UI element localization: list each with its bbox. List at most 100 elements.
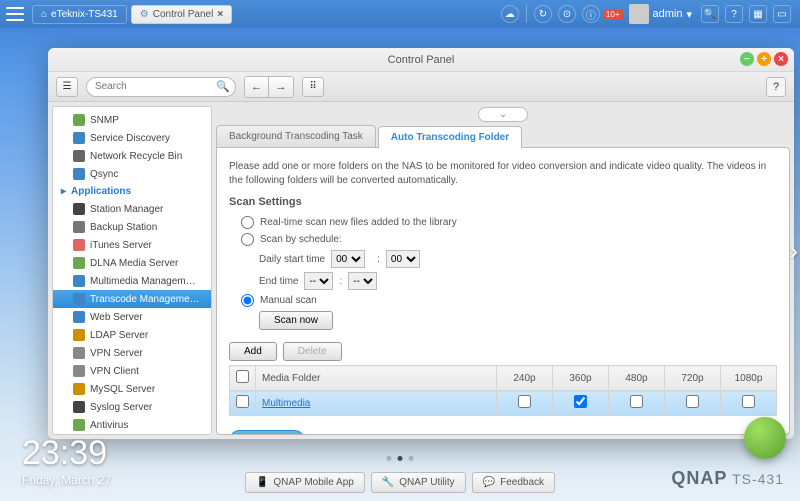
user-menu[interactable]: admin ▾ (629, 4, 693, 24)
end-time-min[interactable]: -- (348, 272, 377, 290)
row-checkbox[interactable] (236, 395, 249, 408)
sidebar-item-label: Web Server (90, 312, 143, 323)
wrench-icon: 🔧 (382, 477, 394, 488)
panel-help-button[interactable]: ? (766, 77, 786, 97)
back-button[interactable]: ← (245, 77, 269, 97)
col-1080p[interactable]: 1080p (721, 366, 777, 391)
radio-manual[interactable] (241, 294, 254, 307)
apply-all-button[interactable]: Apply All (229, 430, 305, 435)
sidebar-item[interactable]: Qsync (53, 165, 211, 183)
sidebar-item[interactable]: DLNA Media Server (53, 254, 211, 272)
delete-folder-button[interactable]: Delete (283, 342, 342, 361)
refresh-icon[interactable]: ↻ (534, 5, 552, 23)
fullscreen-icon[interactable]: ▭ (773, 5, 791, 23)
close-tab-icon[interactable]: × (217, 9, 223, 20)
daily-start-label: Daily start time (259, 254, 325, 265)
minimize-button[interactable]: − (740, 52, 754, 66)
clock-time: 23:39 (22, 434, 111, 473)
radio-schedule[interactable] (241, 233, 254, 246)
app-icon (73, 203, 85, 215)
toggle-sidebar-button[interactable]: ☰ (56, 77, 78, 97)
external-devices-icon[interactable]: ⊙ (558, 5, 576, 23)
search-icon[interactable]: 🔍 (216, 80, 230, 93)
col-720p[interactable]: 720p (665, 366, 721, 391)
add-folder-button[interactable]: Add (229, 342, 277, 361)
intro-text: Please add one or more folders on the NA… (229, 160, 777, 188)
notifications-icon[interactable]: ⓘ (582, 5, 600, 23)
res-checkbox-1080p[interactable] (742, 395, 755, 408)
res-checkbox-360p[interactable] (574, 395, 587, 408)
device-tab-label: eTeknix-TS431 (51, 9, 118, 20)
close-window-button[interactable]: × (774, 52, 788, 66)
maximize-button[interactable]: + (757, 52, 771, 66)
sidebar-item-label: LDAP Server (90, 330, 148, 341)
col-media-folder[interactable]: Media Folder (256, 366, 497, 391)
next-desktop-arrow[interactable]: › (789, 235, 798, 266)
sidebar-item[interactable]: Service Discovery (53, 129, 211, 147)
control-panel-window: Control Panel − + × ☰ 🔍 ← → ⠿ ? SNMPServ… (48, 48, 794, 439)
col-360p[interactable]: 360p (553, 366, 609, 391)
daily-start-min[interactable]: 00 (386, 250, 420, 268)
select-all-checkbox[interactable] (236, 370, 249, 383)
sidebar-item[interactable]: Transcode Manageme… (53, 290, 211, 308)
col-240p[interactable]: 240p (497, 366, 553, 391)
search-input[interactable] (86, 77, 236, 97)
end-time-hour[interactable]: -- (304, 272, 333, 290)
res-checkbox-720p[interactable] (686, 395, 699, 408)
sidebar-item[interactable]: Network Recycle Bin (53, 147, 211, 165)
res-checkbox-240p[interactable] (518, 395, 531, 408)
expand-handle[interactable]: ⌄ (478, 107, 528, 122)
help-icon[interactable]: ? (725, 5, 743, 23)
notification-badge[interactable]: 10+ (603, 10, 623, 19)
sidebar-item[interactable]: iTunes Server (53, 236, 211, 254)
brand-label: QNAP TS-431 (671, 468, 784, 489)
res-checkbox-480p[interactable] (630, 395, 643, 408)
sidebar-item[interactable]: VPN Client (53, 362, 211, 380)
table-row[interactable]: Multimedia (230, 391, 777, 416)
sidebar-item-label: Backup Station (90, 222, 157, 233)
cloud-icon[interactable]: ☁ (501, 5, 519, 23)
forward-button[interactable]: → (269, 77, 293, 97)
chat-icon: 💬 (483, 477, 495, 488)
tab-auto-transcoding-folder[interactable]: Auto Transcoding Folder (378, 126, 522, 148)
folder-link[interactable]: Multimedia (262, 398, 310, 409)
desktop-pager[interactable] (387, 456, 414, 461)
sidebar-item-label: Multimedia Managem… (90, 276, 196, 287)
tab-strip: Background Transcoding Task Auto Transco… (216, 125, 790, 147)
daily-start-hour[interactable]: 00 (331, 250, 365, 268)
dock-utility[interactable]: 🔧QNAP Utility (371, 472, 466, 493)
clock-date: Friday, March 27 (22, 473, 111, 487)
sidebar-item-label: SNMP (90, 115, 119, 126)
radio-schedule-label: Scan by schedule: (260, 234, 342, 245)
sidebar-item[interactable]: Web Server (53, 308, 211, 326)
col-480p[interactable]: 480p (609, 366, 665, 391)
app-tab-control-panel[interactable]: ⚙ Control Panel × (131, 5, 232, 24)
dashboard-widget[interactable] (744, 417, 786, 459)
sidebar-item[interactable]: SNMP (53, 111, 211, 129)
sidebar-item-label: MySQL Server (90, 384, 155, 395)
sidebar-item[interactable]: VPN Server (53, 344, 211, 362)
sidebar-item[interactable]: Syslog Server (53, 398, 211, 416)
radio-realtime-label: Real-time scan new files added to the li… (260, 217, 457, 228)
folder-icon: ▸ (61, 186, 66, 197)
sidebar-item[interactable]: Station Manager (53, 200, 211, 218)
radio-realtime[interactable] (241, 216, 254, 229)
dock-mobile-app[interactable]: 📱QNAP Mobile App (245, 472, 365, 493)
scan-now-button[interactable]: Scan now (259, 311, 333, 330)
sidebar-item[interactable]: Multimedia Managem… (53, 272, 211, 290)
dock-feedback[interactable]: 💬Feedback (472, 472, 555, 493)
sidebar-item[interactable]: Antivirus (53, 416, 211, 434)
sidebar-section-applications[interactable]: ▸ Applications (53, 183, 211, 200)
sidebar-item[interactable]: LDAP Server (53, 326, 211, 344)
sidebar-item[interactable]: Backup Station (53, 218, 211, 236)
device-tab[interactable]: ⌂ eTeknix-TS431 (32, 5, 127, 24)
dashboard-icon[interactable]: ▦ (749, 5, 767, 23)
tab-content: Please add one or more folders on the NA… (216, 147, 790, 435)
sidebar-item[interactable]: MySQL Server (53, 380, 211, 398)
main-menu-button[interactable] (6, 7, 24, 21)
system-topbar: ⌂ eTeknix-TS431 ⚙ Control Panel × ☁ ↻ ⊙ … (0, 0, 800, 28)
app-icon (73, 419, 85, 431)
tab-background-transcoding[interactable]: Background Transcoding Task (216, 125, 376, 147)
search-icon[interactable]: 🔍 (701, 5, 719, 23)
grid-view-button[interactable]: ⠿ (302, 77, 324, 97)
